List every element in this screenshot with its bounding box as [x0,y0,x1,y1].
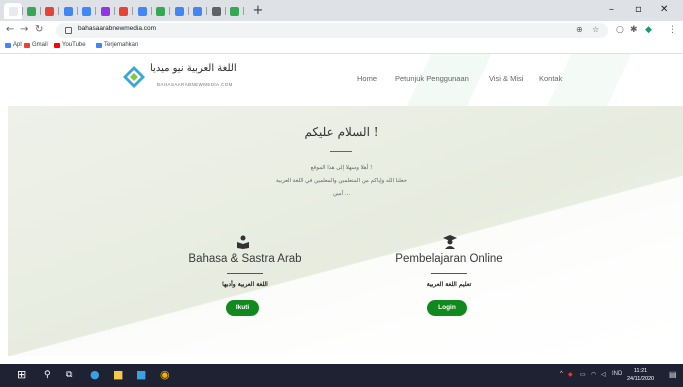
extension-diamond-icon[interactable]: ◆ [645,25,652,35]
search-icon[interactable]: ⚲ [44,368,51,382]
ikuti-button[interactable]: Ikuti [226,300,259,316]
notification-icon[interactable]: ▤ [669,370,677,379]
forward-icon[interactable]: → [20,24,28,35]
back-icon[interactable]: ← [6,24,14,35]
browser-toolbar: ← → ↻ bahasaarabnewmedia.com ⊕ ☆ ○ ✱ ◆ ⋮ [0,21,683,41]
profile-circle-icon[interactable]: ○ [616,25,624,35]
tab-favicon-icon [82,6,91,16]
site-logo-subtitle: BAHASAARABNEWMEDIA.COM [157,82,233,87]
greeting-line-1: أهلا وسهلا إلى هذا الموقع ! [310,165,373,171]
browser-tab[interactable] [78,3,96,19]
browser-tab[interactable] [115,3,133,19]
taskbar-clock[interactable]: 11:21 24/11/2020 [627,367,654,383]
volume-icon[interactable]: ◁ [601,371,606,378]
nav-vision-link[interactable]: Visi & Misi [489,74,523,83]
browser-tab[interactable] [134,3,152,19]
browser-tab[interactable] [60,3,78,19]
tab-favicon-icon [63,6,73,16]
input-language[interactable]: IND [612,371,622,377]
zoom-icon[interactable]: ⊕ [576,25,583,34]
tab-favicon-icon [100,6,110,16]
start-windows-icon[interactable]: ⊞ [17,368,26,382]
site-logo-icon[interactable] [123,66,145,88]
windows-taskbar: ⊞ ⚲ ⧉ ● ■ ■ ◉ ^ ◆ ▭ ◠ ◁ IND 11:21 24/11/… [0,364,683,387]
tab-favicon-icon [156,6,165,16]
show-hidden-icons[interactable]: ^ [560,371,563,377]
graduate-icon [443,235,457,249]
bookmark-star-icon[interactable]: ☆ [592,25,599,34]
chrome-icon[interactable]: ◉ [160,368,170,382]
browser-tab[interactable] [4,3,23,19]
greeting-line-3: آمين ... [332,191,351,197]
clock-date: 24/11/2020 [627,376,655,382]
tab-favicon-icon [119,6,128,16]
website-viewport: اللغة العربية نيو ميديا BAHASAARABNEWMED… [0,54,683,364]
reload-icon[interactable]: ↻ [35,24,43,35]
new-tab-button[interactable]: + [251,4,265,18]
tab-favicon-icon [8,6,18,16]
address-bar[interactable]: bahasaarabnewmedia.com ⊕ ☆ [56,23,608,38]
file-explorer-icon[interactable]: ■ [113,368,123,382]
greeting-title: السلام عليكم ! [304,125,379,139]
translate-icon [96,42,102,48]
bookmark-apps[interactable]: Apl [5,42,22,48]
browser-tab[interactable] [189,3,207,19]
bookmarks-bar: Apl Gmail YouTube Terjemahkan [0,40,683,54]
browser-tab[interactable] [226,3,244,19]
card-title-bahasa-sastra: Bahasa & Sastra Arab [188,253,302,265]
browser-tab[interactable] [97,3,115,19]
bookmark-youtube[interactable]: YouTube [54,42,86,48]
bookmark-translate[interactable]: Terjemahkan [96,42,138,48]
login-button[interactable]: Login [427,300,467,316]
lock-icon [65,27,72,34]
nav-contact-link[interactable]: Kontak [539,74,562,83]
card-title-pembelajaran-online: Pembelajaran Online [395,253,503,265]
browser-tab[interactable] [41,3,59,19]
card-arabic-bahasa-sastra: اللغة العربية وأدبها [222,281,268,288]
url-text: bahasaarabnewmedia.com [78,25,157,32]
task-view-icon[interactable]: ⧉ [66,368,72,382]
nav-home-link[interactable]: Home [357,74,377,83]
site-logo-title[interactable]: اللغة العربية نيو ميديا [150,63,255,74]
extensions-icon[interactable]: ✱ [630,25,638,35]
browser-tab[interactable] [152,3,170,19]
tab-favicon-icon [45,6,54,16]
hero-diagonal [8,106,683,356]
browser-tab-bar: + – ▫ ✕ [0,0,683,21]
browser-tab[interactable] [208,3,226,19]
card-divider [431,273,467,274]
browser-tab[interactable] [171,3,189,19]
youtube-icon [54,42,60,48]
card-arabic-pembelajaran: تعليم اللغة العربية [426,281,472,288]
minimize-icon[interactable]: – [609,4,614,15]
greeting-divider [330,151,352,152]
wifi-icon[interactable]: ◠ [591,371,596,378]
battery-icon[interactable]: ▭ [580,371,586,378]
tab-favicon-icon [137,6,147,16]
tab-favicon-icon [174,6,184,16]
antivirus-icon[interactable]: ◆ [568,371,573,378]
tab-favicon-icon [211,6,221,16]
bookmark-gmail[interactable]: Gmail [24,42,48,48]
menu-kebab-icon[interactable]: ⋮ [668,25,677,35]
restore-icon[interactable]: ▫ [635,4,642,15]
book-reader-icon [237,235,249,249]
card-divider [227,273,263,274]
nav-guide-link[interactable]: Petunjuk Penggunaan [395,74,469,83]
clock-time: 11:21 [633,368,648,374]
close-icon[interactable]: ✕ [660,4,668,15]
gmail-icon [24,42,30,48]
tab-favicon-icon [230,6,239,16]
greeting-line-2: جعلنا الله وإياكم من المتعلمين والمعلمين… [276,178,407,184]
apps-grid-icon [5,42,11,48]
store-icon[interactable]: ■ [136,368,146,382]
tab-separator [243,7,244,15]
browser-tab[interactable] [23,3,41,19]
tab-favicon-icon [26,6,36,16]
edge-browser-icon[interactable]: ● [90,368,100,382]
tab-favicon-icon [193,6,202,16]
